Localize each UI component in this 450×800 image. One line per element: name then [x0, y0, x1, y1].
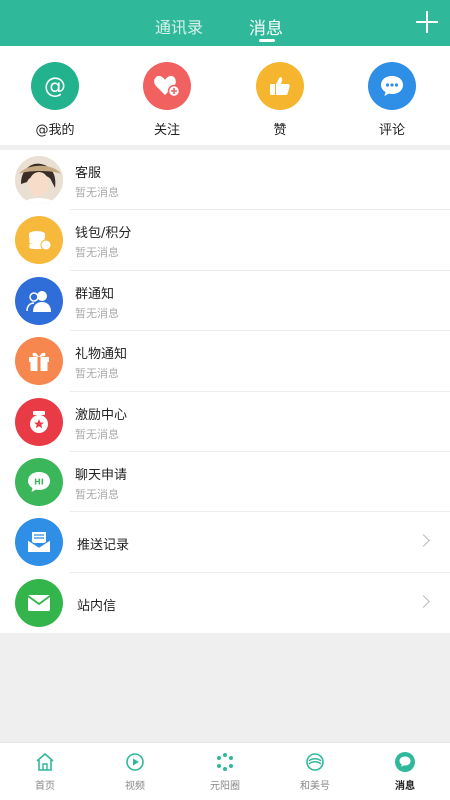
gift-icon	[15, 337, 63, 386]
quick-action-label: @我的	[35, 123, 75, 138]
nav-label: 和美号	[300, 781, 330, 792]
list-item-title: 礼物通知	[75, 347, 128, 363]
list-item-push-history[interactable]: 推送记录	[0, 512, 450, 573]
nav-circle[interactable]: 元阳圈	[180, 751, 270, 792]
svg-text:@: @	[44, 74, 66, 99]
list-item-subtitle: 暂无消息	[75, 427, 119, 441]
list-item-subtitle: 暂无消息	[75, 246, 119, 260]
message-list: 客服 暂无消息 钱包/积分 暂无消息 群通知 暂无消息 礼物通知 暂无消息 激励…	[0, 150, 450, 634]
thumbs-up-icon	[256, 62, 304, 110]
list-item-gift-notice[interactable]: 礼物通知 暂无消息	[0, 331, 450, 392]
at-icon: @	[31, 62, 79, 110]
list-item-group-notice[interactable]: 群通知 暂无消息	[0, 271, 450, 332]
list-item-wallet[interactable]: 钱包/积分 暂无消息	[0, 210, 450, 271]
list-item-incentive-center[interactable]: 激励中心 暂无消息	[0, 392, 450, 452]
tab-contacts[interactable]: 通讯录	[155, 14, 203, 38]
circle-icon	[214, 751, 236, 773]
quick-action-label: 赞	[273, 123, 287, 138]
list-item-subtitle: 暂无消息	[75, 306, 119, 320]
hemei-icon	[304, 751, 326, 773]
chat-hi-icon: HI	[15, 457, 63, 506]
list-item-subtitle: 暂无消息	[75, 367, 119, 381]
mail-icon	[15, 578, 63, 627]
comment-icon	[368, 62, 416, 110]
svg-text:HI: HI	[34, 477, 44, 486]
quick-action-label: 关注	[153, 123, 180, 138]
top-bar: 通讯录 消息	[0, 0, 450, 46]
nav-label: 消息	[395, 781, 415, 792]
badge-icon	[15, 397, 63, 446]
list-item-title: 站内信	[77, 598, 117, 614]
heart-plus-icon	[143, 62, 191, 110]
add-icon[interactable]	[416, 11, 438, 33]
nav-label: 首页	[35, 781, 55, 792]
nav-messages[interactable]: 消息	[360, 751, 450, 792]
nav-label: 视频	[125, 781, 145, 792]
message-icon	[394, 751, 416, 773]
quick-action-comment[interactable]: 评论	[347, 62, 437, 138]
push-icon	[15, 518, 63, 567]
active-tab-indicator	[259, 39, 275, 42]
list-item-title: 钱包/积分	[75, 226, 132, 242]
list-item-subtitle: 暂无消息	[75, 487, 119, 501]
tab-messages[interactable]: 消息	[249, 14, 283, 39]
list-item-title: 推送记录	[77, 538, 130, 554]
quick-actions: @ @我的 关注 赞 评论	[0, 46, 450, 145]
chevron-right-icon	[417, 594, 430, 608]
chevron-right-icon	[417, 534, 430, 548]
list-item-title: 聊天申请	[75, 467, 128, 483]
quick-action-at-me[interactable]: @ @我的	[10, 62, 100, 138]
nav-label: 元阳圈	[210, 781, 240, 792]
quick-action-follow[interactable]: 关注	[122, 62, 212, 138]
list-item-inbox[interactable]: 站内信	[0, 573, 450, 633]
list-item-customer-service[interactable]: 客服 暂无消息	[0, 150, 450, 211]
nav-hemei[interactable]: 和美号	[270, 751, 360, 792]
quick-action-like[interactable]: 赞	[235, 62, 325, 138]
coins-icon	[15, 216, 63, 265]
avatar	[15, 156, 63, 204]
list-item-subtitle: 暂无消息	[75, 186, 119, 199]
list-item-title: 激励中心	[75, 407, 128, 423]
nav-video[interactable]: 视频	[90, 751, 180, 792]
bottom-nav: 首页 视频 元阳圈 和美号 消息	[0, 742, 450, 800]
nav-home[interactable]: 首页	[0, 751, 90, 792]
group-icon	[15, 276, 63, 325]
home-icon	[34, 751, 56, 773]
list-item-chat-request[interactable]: HI 聊天申请 暂无消息	[0, 452, 450, 513]
video-icon	[124, 751, 146, 773]
list-item-title: 客服	[75, 166, 102, 181]
quick-action-label: 评论	[378, 123, 405, 138]
list-item-title: 群通知	[75, 286, 115, 302]
